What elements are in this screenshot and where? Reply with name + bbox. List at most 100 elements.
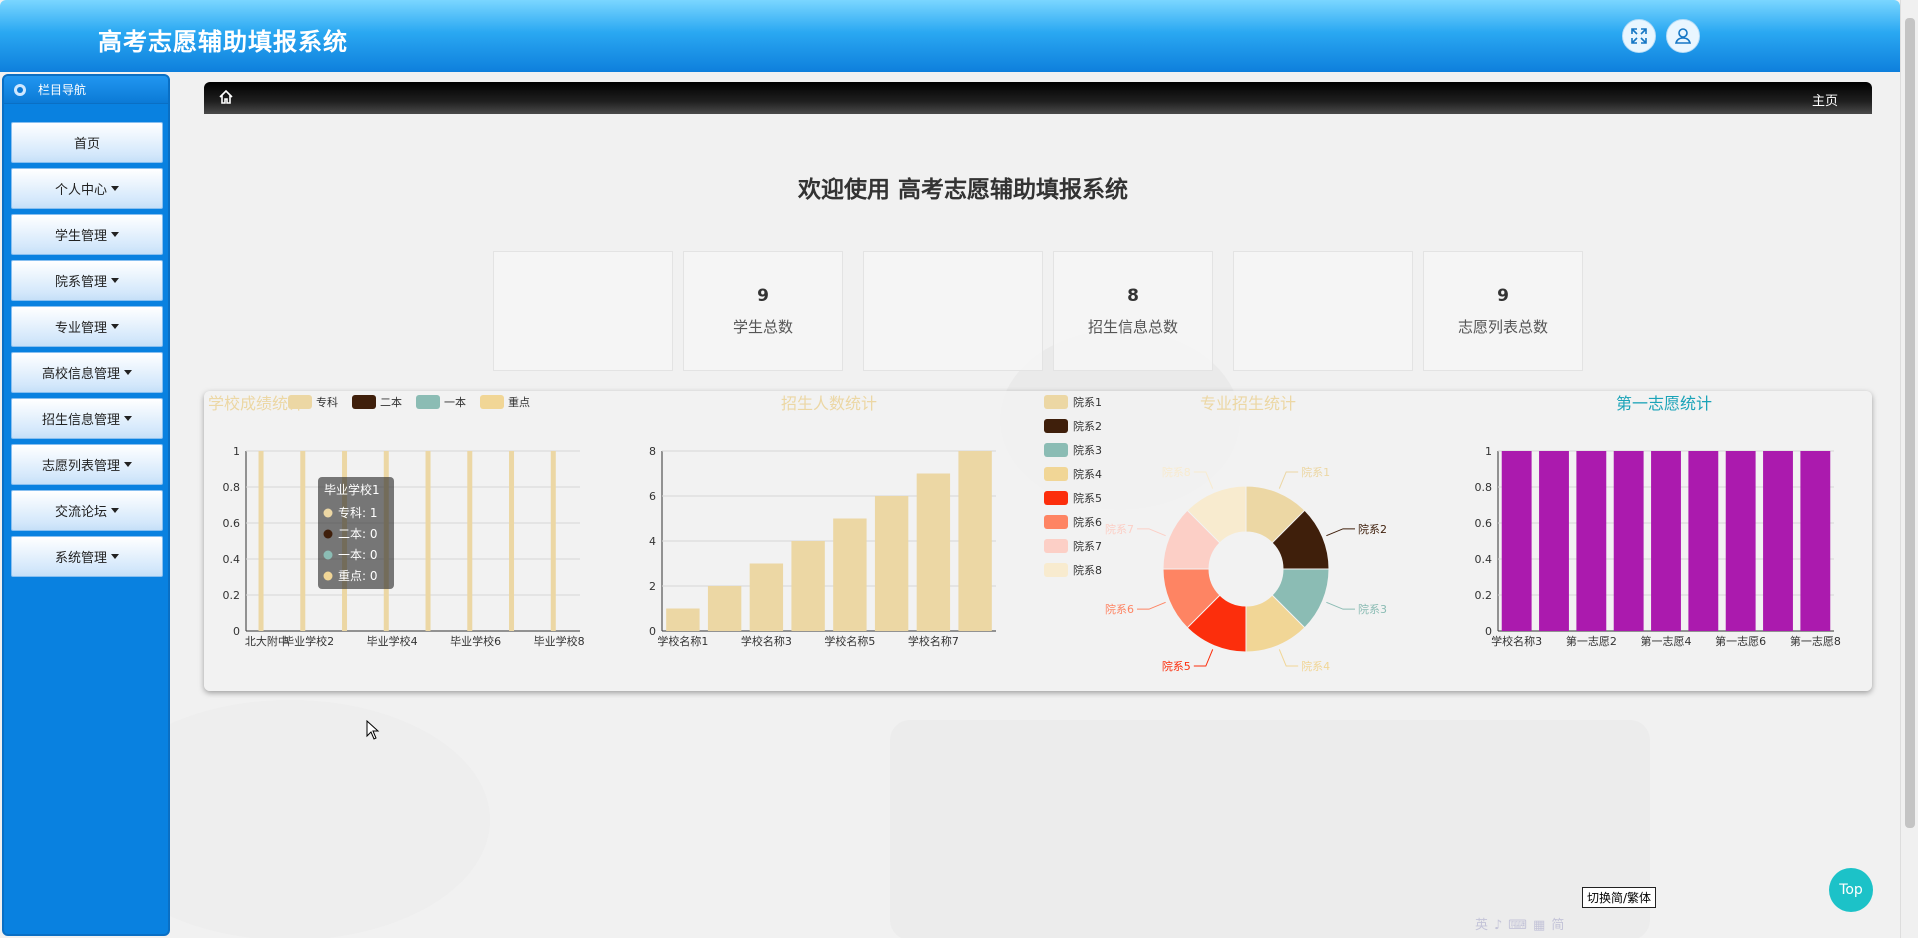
bar	[1651, 451, 1681, 631]
bar	[1613, 451, 1644, 631]
legend-swatch	[1044, 419, 1068, 433]
sidebar-item-label: 志愿列表管理	[41, 459, 120, 474]
bar	[1800, 451, 1831, 631]
y-tick-label: 4	[649, 535, 656, 548]
legend-label: 院系3	[1073, 443, 1102, 457]
x-tick-label: 毕业学校2	[283, 634, 334, 648]
page-scrollbar[interactable]	[1900, 0, 1918, 938]
tooltip-row: 专科: 1	[338, 505, 378, 520]
pie-label: 院系6	[1105, 602, 1134, 616]
welcome-system-name: 高考志愿辅助填报系统	[898, 177, 1128, 203]
legend-label: 重点	[508, 395, 530, 409]
legend-label: 专科	[316, 395, 338, 409]
tooltip-marker	[323, 529, 333, 539]
tooltip-row: 二本: 0	[338, 527, 378, 541]
legend-label: 院系6	[1073, 515, 1102, 529]
bar	[958, 451, 992, 631]
scrollbar-thumb[interactable]	[1905, 18, 1915, 828]
sidebar-item-major-management[interactable]: 专业管理	[11, 306, 163, 347]
bar	[916, 473, 951, 631]
chart-panel: 学校成绩统计 专科 二本 一本 重点 0 0.2 0.4 0.6 0.8 1 北大附中 毕业学校2 毕业学…	[204, 391, 1872, 691]
y-tick-label: 1	[233, 445, 240, 458]
bar	[833, 518, 867, 631]
app-title: 高考志愿辅助填报系统	[98, 28, 348, 56]
legend-label: 一本	[444, 395, 466, 409]
bar	[707, 586, 742, 631]
stat-card-image	[1233, 251, 1413, 371]
stat-label: 招生信息总数	[1087, 318, 1178, 336]
x-tick-label: 学校名称7	[908, 634, 959, 648]
pie-label: 院系1	[1301, 465, 1330, 479]
home-icon[interactable]	[218, 89, 234, 105]
pie-label: 院系7	[1105, 522, 1134, 536]
bar	[550, 451, 556, 631]
pie-label-line	[1326, 601, 1356, 610]
stat-card-admissions: 8 招生信息总数	[1053, 251, 1213, 371]
bar	[1688, 451, 1719, 631]
pie-label-line	[1193, 649, 1214, 667]
caret-down-icon	[111, 508, 119, 513]
bar	[1763, 451, 1793, 631]
user-button[interactable]	[1666, 19, 1700, 53]
sidebar-item-system-management[interactable]: 系统管理	[11, 536, 163, 577]
chart-title: 招生人数统计	[781, 394, 877, 413]
sidebar-item-volunteer-management[interactable]: 志愿列表管理	[11, 444, 163, 485]
sidebar-item-label: 交流论坛	[54, 505, 107, 520]
legend-swatch	[1044, 491, 1068, 505]
legend-swatch	[288, 395, 312, 409]
sidebar-heading: 栏目导航	[4, 76, 168, 104]
legend-swatch	[1044, 515, 1068, 529]
bar	[467, 451, 473, 631]
x-tick-label: 毕业学校4	[367, 634, 418, 648]
bar	[666, 608, 700, 631]
tooltip-marker	[323, 571, 333, 581]
sidebar-item-label: 系统管理	[54, 551, 107, 566]
x-tick-label: 第一志愿4	[1641, 634, 1692, 648]
x-tick-label: 学校名称5	[824, 634, 875, 648]
x-tick-label: 毕业学校8	[534, 634, 585, 648]
sidebar-item-university-management[interactable]: 高校信息管理	[11, 352, 163, 393]
y-tick-label: 0.4	[223, 553, 241, 566]
bar	[1501, 451, 1532, 631]
sidebar-item-forum[interactable]: 交流论坛	[11, 490, 163, 531]
sidebar-item-student-management[interactable]: 学生管理	[11, 214, 163, 255]
legend-swatch	[1044, 443, 1068, 457]
tooltip-marker	[323, 508, 333, 518]
sidebar-item-label: 高校信息管理	[41, 367, 120, 382]
y-tick-label: 0.8	[223, 481, 241, 494]
x-tick-label: 第一志愿6	[1715, 634, 1766, 648]
nav-dot-icon	[14, 83, 26, 96]
bar	[1725, 451, 1756, 631]
y-tick-label: 6	[649, 490, 656, 503]
stat-value: 9	[757, 286, 769, 306]
fullscreen-button[interactable]	[1622, 19, 1656, 53]
bar	[425, 451, 431, 631]
back-to-top-button[interactable]: Top	[1829, 868, 1873, 912]
legend-swatch	[480, 395, 504, 409]
legend-label: 院系4	[1073, 467, 1102, 481]
bar	[509, 451, 515, 631]
sidebar-item-admission-management[interactable]: 招生信息管理	[11, 398, 163, 439]
pie-label-line	[1278, 649, 1299, 667]
stat-card-volunteers: 9 志愿列表总数	[1423, 251, 1583, 371]
welcome-heading: 欢迎使用 高考志愿辅助填报系统	[0, 170, 1918, 204]
x-tick-label: 学校名称1	[657, 634, 708, 648]
lang-switch-button[interactable]: 切换简/繁体	[1582, 887, 1657, 908]
breadcrumb-home-link[interactable]: 主页	[1812, 90, 1838, 109]
pie-label: 院系4	[1301, 659, 1330, 673]
y-tick-label: 0.6	[1475, 517, 1493, 530]
bar	[874, 496, 909, 631]
pie-label-line	[1136, 601, 1166, 610]
user-icon	[1674, 28, 1692, 44]
stat-value: 9	[1497, 286, 1509, 306]
y-tick-label: 1	[1485, 445, 1492, 458]
top-header: 高考志愿辅助填报系统	[0, 0, 1900, 72]
y-tick-label: 8	[649, 445, 656, 458]
sidebar-item-department-management[interactable]: 院系管理	[11, 260, 163, 301]
stat-label: 学生总数	[732, 318, 793, 336]
y-tick-label: 0.2	[1475, 589, 1493, 602]
pie-label: 院系8	[1162, 465, 1191, 479]
sidebar-item-label: 院系管理	[54, 275, 107, 290]
sidebar-item-home[interactable]: 首页	[11, 122, 163, 163]
legend-label: 院系7	[1073, 539, 1102, 553]
